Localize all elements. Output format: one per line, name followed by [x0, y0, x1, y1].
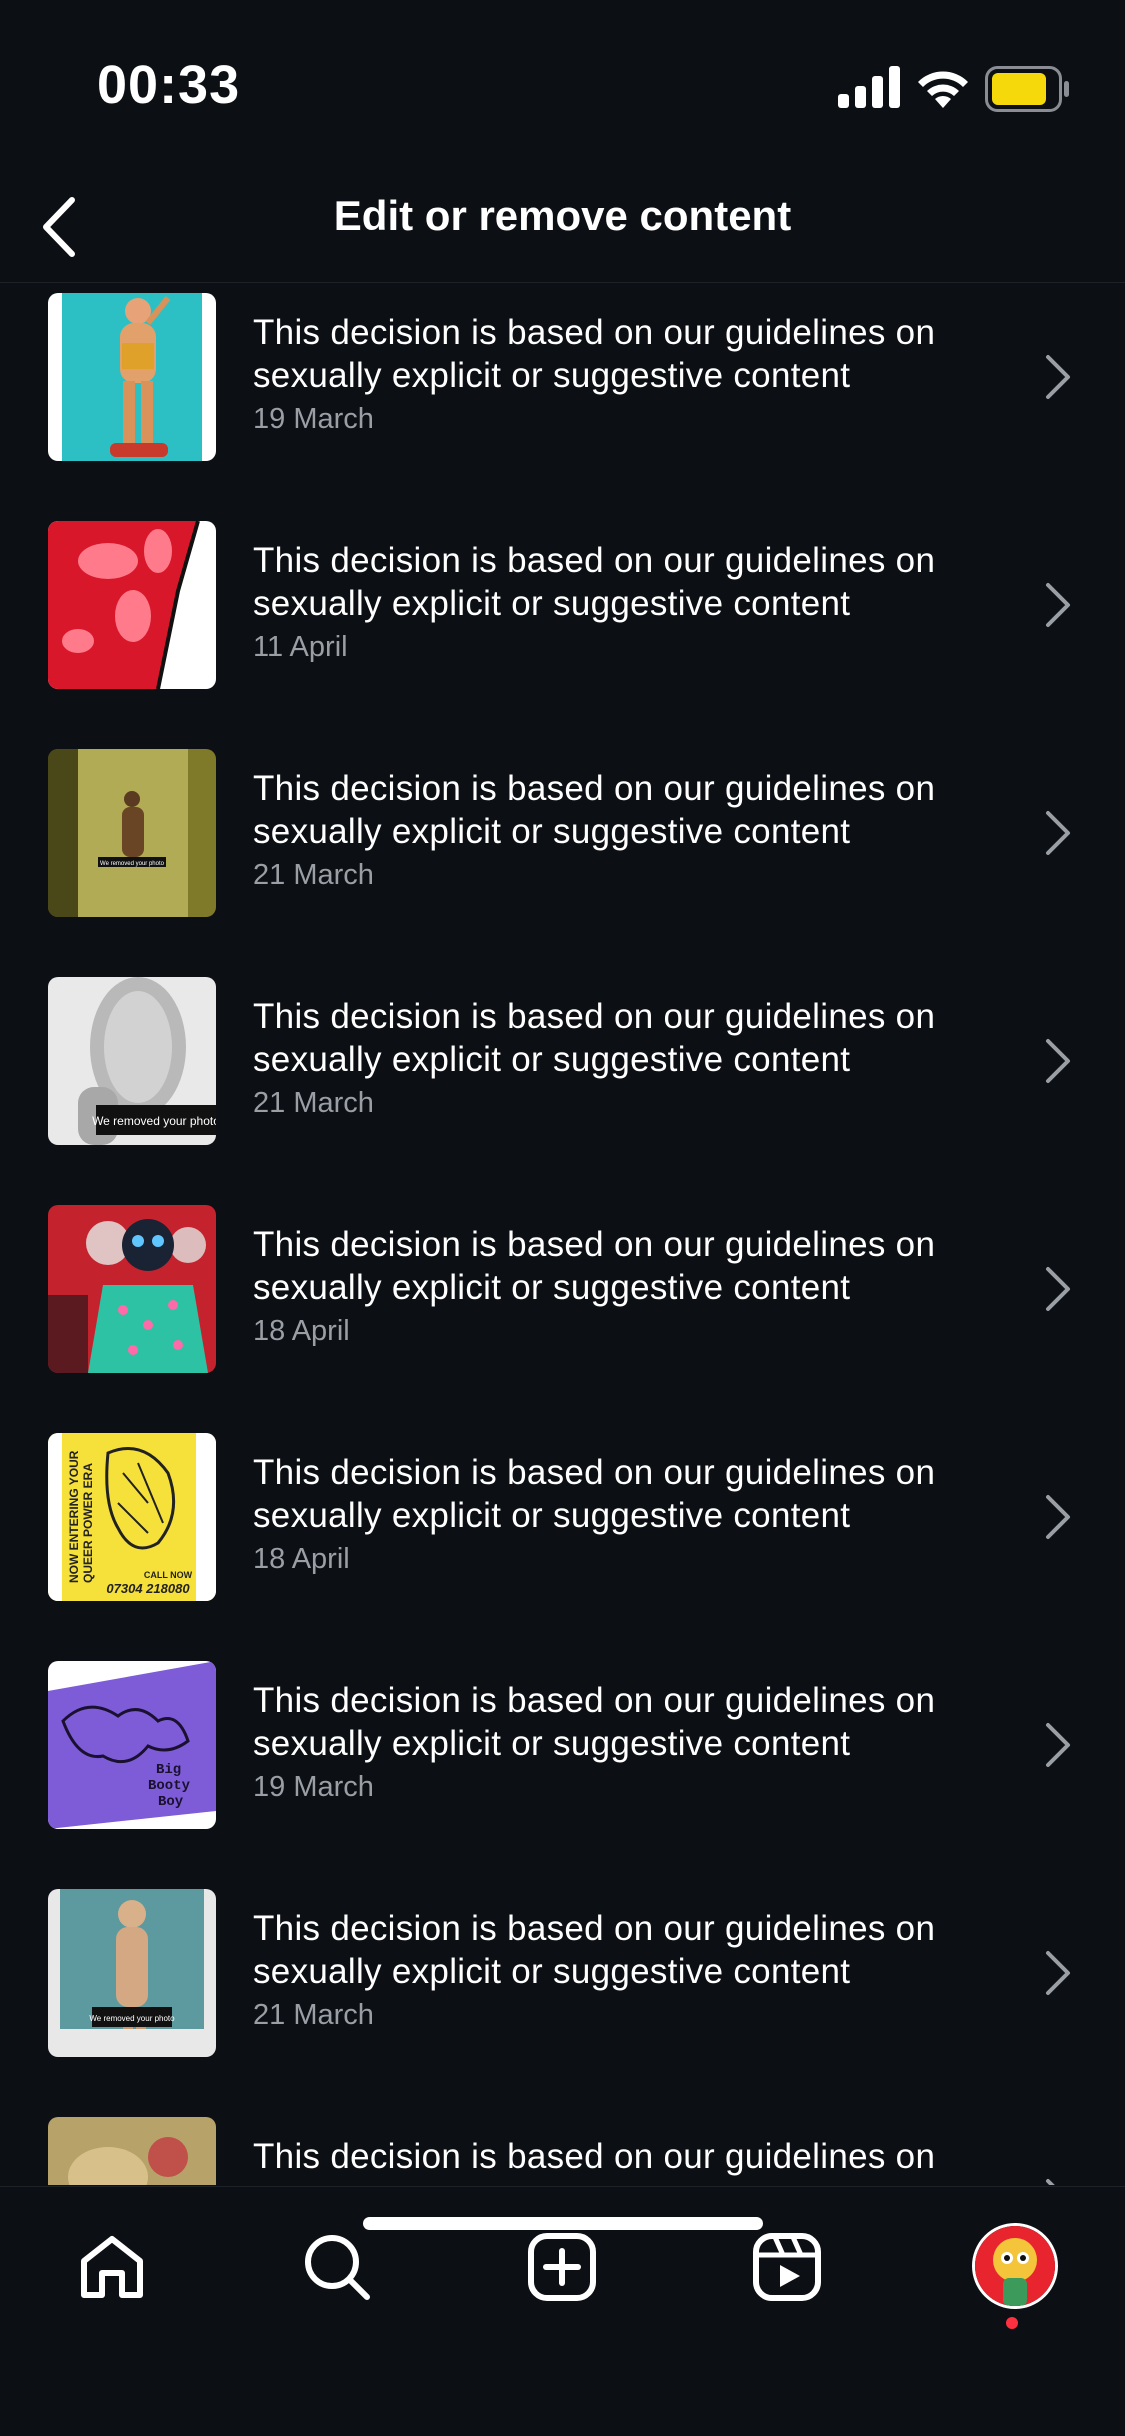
thumb-caption: We removed your photo: [92, 1114, 216, 1128]
content-thumbnail: We removed your photo: [48, 977, 216, 1145]
thumb-text: Booty: [148, 1778, 191, 1794]
create-button[interactable]: [514, 2219, 610, 2315]
wifi-icon: [918, 71, 968, 108]
thumb-text: QUEER POWER ERA: [81, 1463, 95, 1583]
decision-reason: This decision is based on our guidelines…: [253, 997, 936, 1079]
decision-date: 11 April: [253, 631, 348, 663]
thumb-text: NOW ENTERING YOUR: [67, 1450, 81, 1583]
decision-reason: This decision is based on our guidelines…: [253, 1225, 936, 1307]
chevron-right-icon: [1046, 1951, 1070, 1995]
reels-button[interactable]: [739, 2219, 835, 2315]
content-thumbnail: [48, 293, 216, 461]
status-time: 00:33: [97, 55, 241, 115]
reels-icon: [753, 2233, 821, 2301]
header: Edit or remove content: [0, 170, 1125, 283]
create-icon: [528, 2233, 596, 2301]
content-thumbnail: [48, 521, 216, 689]
screen: 00:33 Edit or remove content This decisi…: [0, 0, 1125, 2436]
thumb-text: Big: [156, 1762, 181, 1778]
list-item[interactable]: This decision is based on our guidelines…: [0, 2107, 1125, 2185]
decision-reason: This decision is based on our guidelines…: [253, 1453, 936, 1535]
content-thumbnail: We removed your photo: [48, 1889, 216, 2057]
thumb-caption: We removed your photo: [89, 2014, 175, 2023]
content-thumbnail: We removed your photo: [48, 749, 216, 917]
decision-date: 21 March: [253, 859, 374, 891]
content-thumbnail: [48, 2117, 216, 2185]
list-item[interactable]: We removed your photo This decision is b…: [0, 1879, 1125, 2107]
list-item[interactable]: We removed your photo This decision is b…: [0, 739, 1125, 967]
list-item[interactable]: This decision is based on our guidelines…: [0, 283, 1125, 511]
chevron-right-icon: [1046, 355, 1070, 399]
list-item[interactable]: This decision is based on our guidelines…: [0, 511, 1125, 739]
decision-reason: This decision is based on our guidelines…: [253, 541, 936, 623]
avatar-image: [975, 2226, 1055, 2306]
battery-icon: [985, 66, 1069, 112]
chevron-right-icon: [1046, 1267, 1070, 1311]
decision-reason: This decision is based on our guidelines…: [253, 2137, 936, 2185]
chevron-right-icon: [1046, 1039, 1070, 1083]
content-thumbnail: Big Booty Boy: [48, 1661, 216, 1829]
status-bar: 00:33: [0, 0, 1125, 170]
home-indicator: [363, 2217, 763, 2230]
page-title: Edit or remove content: [333, 192, 792, 239]
decision-date: 21 March: [253, 1999, 374, 2031]
list-item[interactable]: We removed your photo This decision is b…: [0, 967, 1125, 1195]
notification-dot: [1006, 2317, 1018, 2329]
thumb-text: Boy: [158, 1794, 184, 1810]
list-item[interactable]: This decision is based on our guidelines…: [0, 1195, 1125, 1423]
chevron-right-icon: [1046, 1723, 1070, 1767]
content-list: This decision is based on our guidelines…: [0, 283, 1125, 2185]
cellular-signal-icon: [838, 66, 900, 108]
decision-date: 21 March: [253, 1087, 374, 1119]
chevron-right-icon: [1046, 1495, 1070, 1539]
chevron-right-icon: [1046, 583, 1070, 627]
decision-date: 19 March: [253, 1771, 374, 1803]
content-thumbnail: [48, 1205, 216, 1373]
decision-date: 18 April: [253, 1315, 350, 1347]
content-thumbnail: NOW ENTERING YOUR QUEER POWER ERA CALL N…: [48, 1433, 216, 1601]
list-item[interactable]: Big Booty Boy This decision is based on …: [0, 1651, 1125, 1879]
search-button[interactable]: [289, 2219, 385, 2315]
home-button[interactable]: [64, 2219, 160, 2315]
decision-date: 18 April: [253, 1543, 350, 1575]
search-icon: [305, 2235, 370, 2300]
thumb-text: 07304 218080: [106, 1581, 190, 1596]
decision-date: 19 March: [253, 403, 374, 435]
decision-reason: This decision is based on our guidelines…: [253, 1909, 936, 1991]
list-item[interactable]: NOW ENTERING YOUR QUEER POWER ERA CALL N…: [0, 1423, 1125, 1651]
thumb-caption: We removed your photo: [100, 861, 165, 867]
chevron-right-icon: [1046, 2179, 1055, 2185]
thumb-text: CALL NOW: [144, 1570, 193, 1580]
home-icon: [81, 2236, 143, 2298]
profile-avatar[interactable]: [972, 2223, 1058, 2309]
decision-reason: This decision is based on our guidelines…: [253, 769, 936, 851]
chevron-right-icon: [1046, 811, 1070, 855]
decision-reason: This decision is based on our guidelines…: [253, 1681, 936, 1763]
decision-reason: This decision is based on our guidelines…: [253, 313, 936, 395]
